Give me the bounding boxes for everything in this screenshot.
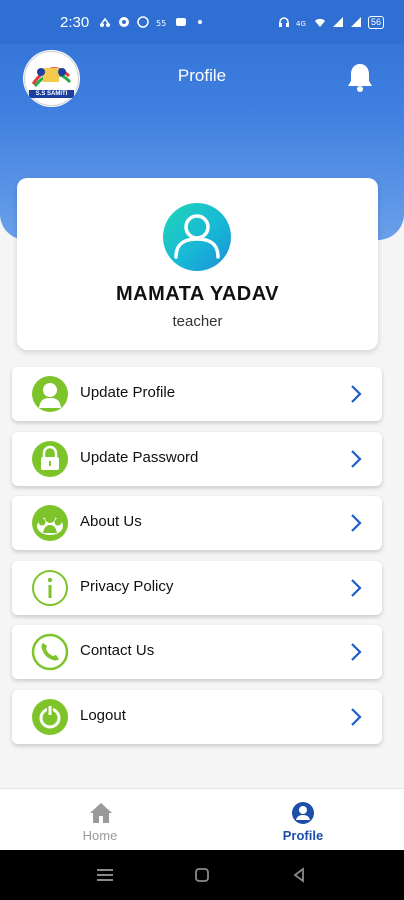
menu-item-contact-us[interactable]: Contact Us: [12, 625, 382, 679]
tab-home[interactable]: Home: [0, 789, 202, 851]
cast-icon: [100, 17, 111, 27]
system-navigation-bar: [0, 850, 404, 900]
home-icon: [90, 803, 112, 823]
menu-item-update-password[interactable]: Update Password: [12, 432, 382, 486]
chevron-right-icon: [351, 385, 362, 403]
notification-bell-icon[interactable]: [346, 62, 374, 92]
status-time: 2:30: [60, 13, 90, 31]
signal-icon-2: [350, 17, 361, 27]
chevron-right-icon: [351, 514, 362, 532]
chevron-right-icon: [351, 450, 362, 468]
info-icon: [32, 570, 68, 606]
menu-label-privacy-policy: Privacy Policy: [80, 578, 174, 595]
menu-item-privacy-policy[interactable]: Privacy Policy: [12, 561, 382, 615]
profile-card: MAMATA YADAV teacher: [17, 178, 378, 350]
menu-label-update-profile: Update Profile: [80, 384, 176, 401]
menu-label-logout: Logout: [80, 707, 126, 724]
profile-name: MAMATA YADAV: [115, 283, 280, 305]
group-icon: [32, 505, 68, 541]
bottom-navigation: Home Profile: [0, 788, 404, 850]
menu-item-logout[interactable]: Logout: [12, 690, 382, 744]
battery-level: 56: [370, 16, 381, 27]
status-notification-icons: 55: [99, 16, 206, 28]
message-icon: [176, 18, 187, 26]
battery-icon: 56: [367, 15, 384, 29]
status-system-icons: 4G 56: [278, 15, 384, 29]
menu-label-update-password: Update Password: [80, 449, 199, 466]
wifi-icon: [314, 18, 325, 27]
headset-icon: [278, 17, 289, 27]
badge-icon: 55: [156, 19, 166, 28]
account-circle-icon: [292, 802, 314, 824]
profile-role: teacher: [172, 313, 223, 330]
menu-label-contact-us: Contact Us: [80, 642, 155, 659]
svg-text:55: 55: [156, 19, 166, 28]
menu-item-update-profile[interactable]: Update Profile: [12, 367, 382, 421]
svg-text:4G: 4G: [296, 20, 306, 28]
tab-profile[interactable]: Profile: [202, 789, 404, 851]
recent-apps-icon[interactable]: [96, 867, 114, 883]
logo-text: S.S SAMITI: [35, 91, 68, 97]
signal-icon: [332, 17, 343, 27]
back-button-icon[interactable]: [291, 867, 307, 883]
chevron-right-icon: [351, 643, 362, 661]
notification-dot-icon: [119, 17, 130, 27]
chevron-right-icon: [351, 708, 362, 726]
avatar[interactable]: [163, 203, 231, 271]
user-icon: [32, 376, 68, 412]
dot-icon: [198, 20, 203, 24]
user-avatar-icon: [174, 214, 220, 259]
tab-profile-label: Profile: [282, 828, 324, 843]
menu-item-about-us[interactable]: About Us: [12, 496, 382, 550]
app-notification-icon: [137, 16, 149, 28]
chevron-right-icon: [351, 579, 362, 597]
phone-icon: [31, 633, 69, 671]
lock-icon: [32, 441, 68, 477]
page-title: Profile: [177, 66, 227, 85]
volte-icon: 4G: [296, 20, 306, 28]
power-icon: [32, 699, 68, 735]
tab-home-label: Home: [82, 828, 118, 843]
status-bar: 2:30 55 4G 56: [0, 0, 404, 44]
menu-label-about-us: About Us: [80, 513, 142, 530]
home-button-icon[interactable]: [194, 867, 210, 883]
